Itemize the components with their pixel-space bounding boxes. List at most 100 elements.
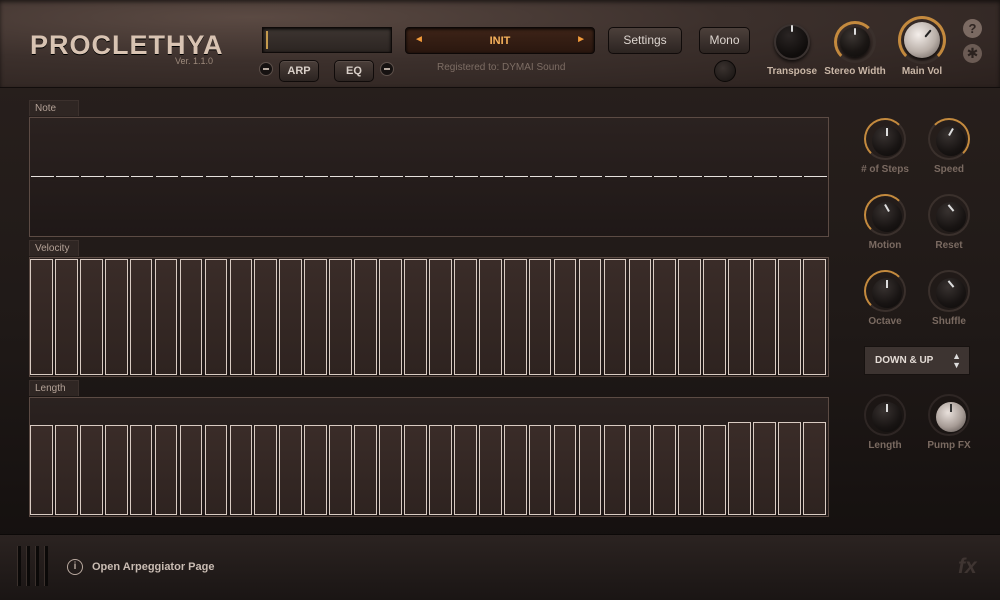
velocity-lane[interactable] <box>29 257 829 377</box>
velocity-step[interactable] <box>653 259 677 375</box>
velocity-step[interactable] <box>304 259 328 375</box>
velocity-step[interactable] <box>154 259 178 375</box>
velocity-step[interactable] <box>703 259 727 375</box>
note-step[interactable] <box>130 176 154 177</box>
length-step[interactable] <box>254 425 278 515</box>
resize-grip[interactable] <box>35 546 39 586</box>
footer-message[interactable]: Open Arpeggiator Page <box>92 561 214 573</box>
length-step[interactable] <box>653 425 677 515</box>
note-step[interactable] <box>205 176 229 177</box>
length-step[interactable] <box>129 425 153 515</box>
mono-button[interactable]: Mono <box>699 27 750 54</box>
velocity-step[interactable] <box>79 259 103 375</box>
length-step[interactable] <box>703 425 727 515</box>
length-step[interactable] <box>179 425 203 515</box>
note-step[interactable] <box>679 176 703 177</box>
velocity-step[interactable] <box>179 259 203 375</box>
velocity-step[interactable] <box>553 259 577 375</box>
note-step[interactable] <box>380 176 403 177</box>
velocity-step[interactable] <box>503 259 527 375</box>
length-step[interactable] <box>803 422 826 515</box>
velocity-step[interactable] <box>478 259 502 375</box>
velocity-step[interactable] <box>453 259 477 375</box>
note-step[interactable] <box>305 176 329 177</box>
length-lane[interactable] <box>29 397 829 517</box>
octave-knob[interactable] <box>864 270 906 312</box>
shuffle-knob[interactable] <box>928 270 970 312</box>
note-step[interactable] <box>704 176 728 177</box>
velocity-step[interactable] <box>404 259 427 375</box>
note-step[interactable] <box>454 176 478 177</box>
note-step[interactable] <box>579 176 603 177</box>
main-vol-knob[interactable] <box>898 16 946 64</box>
length-step[interactable] <box>379 425 402 515</box>
velocity-step[interactable] <box>204 259 228 375</box>
note-step[interactable] <box>629 176 653 177</box>
resize-grip[interactable] <box>26 546 30 586</box>
length-step[interactable] <box>478 425 502 515</box>
resize-grip[interactable] <box>44 546 48 586</box>
note-step[interactable] <box>729 176 752 177</box>
note-step[interactable] <box>155 176 179 177</box>
note-step[interactable] <box>804 176 827 177</box>
length-step[interactable] <box>503 425 527 515</box>
note-lane[interactable] <box>29 117 829 237</box>
velocity-step[interactable] <box>678 259 702 375</box>
velocity-step[interactable] <box>254 259 278 375</box>
length-step[interactable] <box>553 425 577 515</box>
velocity-step[interactable] <box>578 259 602 375</box>
length-knob[interactable] <box>864 394 906 436</box>
velocity-step[interactable] <box>778 259 801 375</box>
note-step[interactable] <box>330 176 353 177</box>
length-step[interactable] <box>204 425 228 515</box>
note-step[interactable] <box>180 176 204 177</box>
note-step[interactable] <box>31 176 54 177</box>
note-step[interactable] <box>430 176 453 177</box>
length-step[interactable] <box>528 425 552 515</box>
length-step[interactable] <box>304 425 328 515</box>
note-step[interactable] <box>604 176 628 177</box>
velocity-step[interactable] <box>528 259 552 375</box>
note-step[interactable] <box>654 176 678 177</box>
length-step[interactable] <box>79 425 103 515</box>
arp-power-icon[interactable] <box>259 62 273 76</box>
length-step[interactable] <box>778 422 801 515</box>
note-step[interactable] <box>255 176 279 177</box>
velocity-step[interactable] <box>54 259 78 375</box>
help-icon[interactable]: ? <box>963 19 982 38</box>
length-step[interactable] <box>279 425 303 515</box>
note-step[interactable] <box>230 176 254 177</box>
motion-knob[interactable] <box>864 194 906 236</box>
note-step[interactable] <box>554 176 578 177</box>
velocity-step[interactable] <box>728 259 751 375</box>
pump-fx-knob[interactable] <box>928 394 970 436</box>
note-step[interactable] <box>55 176 79 177</box>
note-step[interactable] <box>405 176 428 177</box>
length-step[interactable] <box>329 425 352 515</box>
eq-button[interactable]: EQ <box>334 60 374 82</box>
length-step[interactable] <box>354 425 377 515</box>
note-step[interactable] <box>754 176 777 177</box>
length-step[interactable] <box>54 425 78 515</box>
velocity-step[interactable] <box>753 259 776 375</box>
settings-button[interactable]: Settings <box>608 27 682 54</box>
velocity-step[interactable] <box>354 259 377 375</box>
transpose-knob[interactable] <box>772 22 812 62</box>
velocity-step[interactable] <box>603 259 627 375</box>
length-step[interactable] <box>678 425 702 515</box>
velocity-step[interactable] <box>279 259 303 375</box>
length-step[interactable] <box>229 425 253 515</box>
note-step[interactable] <box>355 176 378 177</box>
velocity-step[interactable] <box>104 259 128 375</box>
arp-button[interactable]: ARP <box>279 60 319 82</box>
reset-knob[interactable] <box>928 194 970 236</box>
velocity-step[interactable] <box>429 259 452 375</box>
eq-power-icon[interactable] <box>380 62 394 76</box>
direction-select[interactable]: DOWN & UP ▲ ▼ <box>864 346 970 375</box>
note-step[interactable] <box>504 176 528 177</box>
stereo-width-knob[interactable] <box>834 21 876 63</box>
velocity-step[interactable] <box>379 259 402 375</box>
length-step[interactable] <box>628 425 652 515</box>
length-step[interactable] <box>753 422 776 515</box>
note-step[interactable] <box>280 176 304 177</box>
